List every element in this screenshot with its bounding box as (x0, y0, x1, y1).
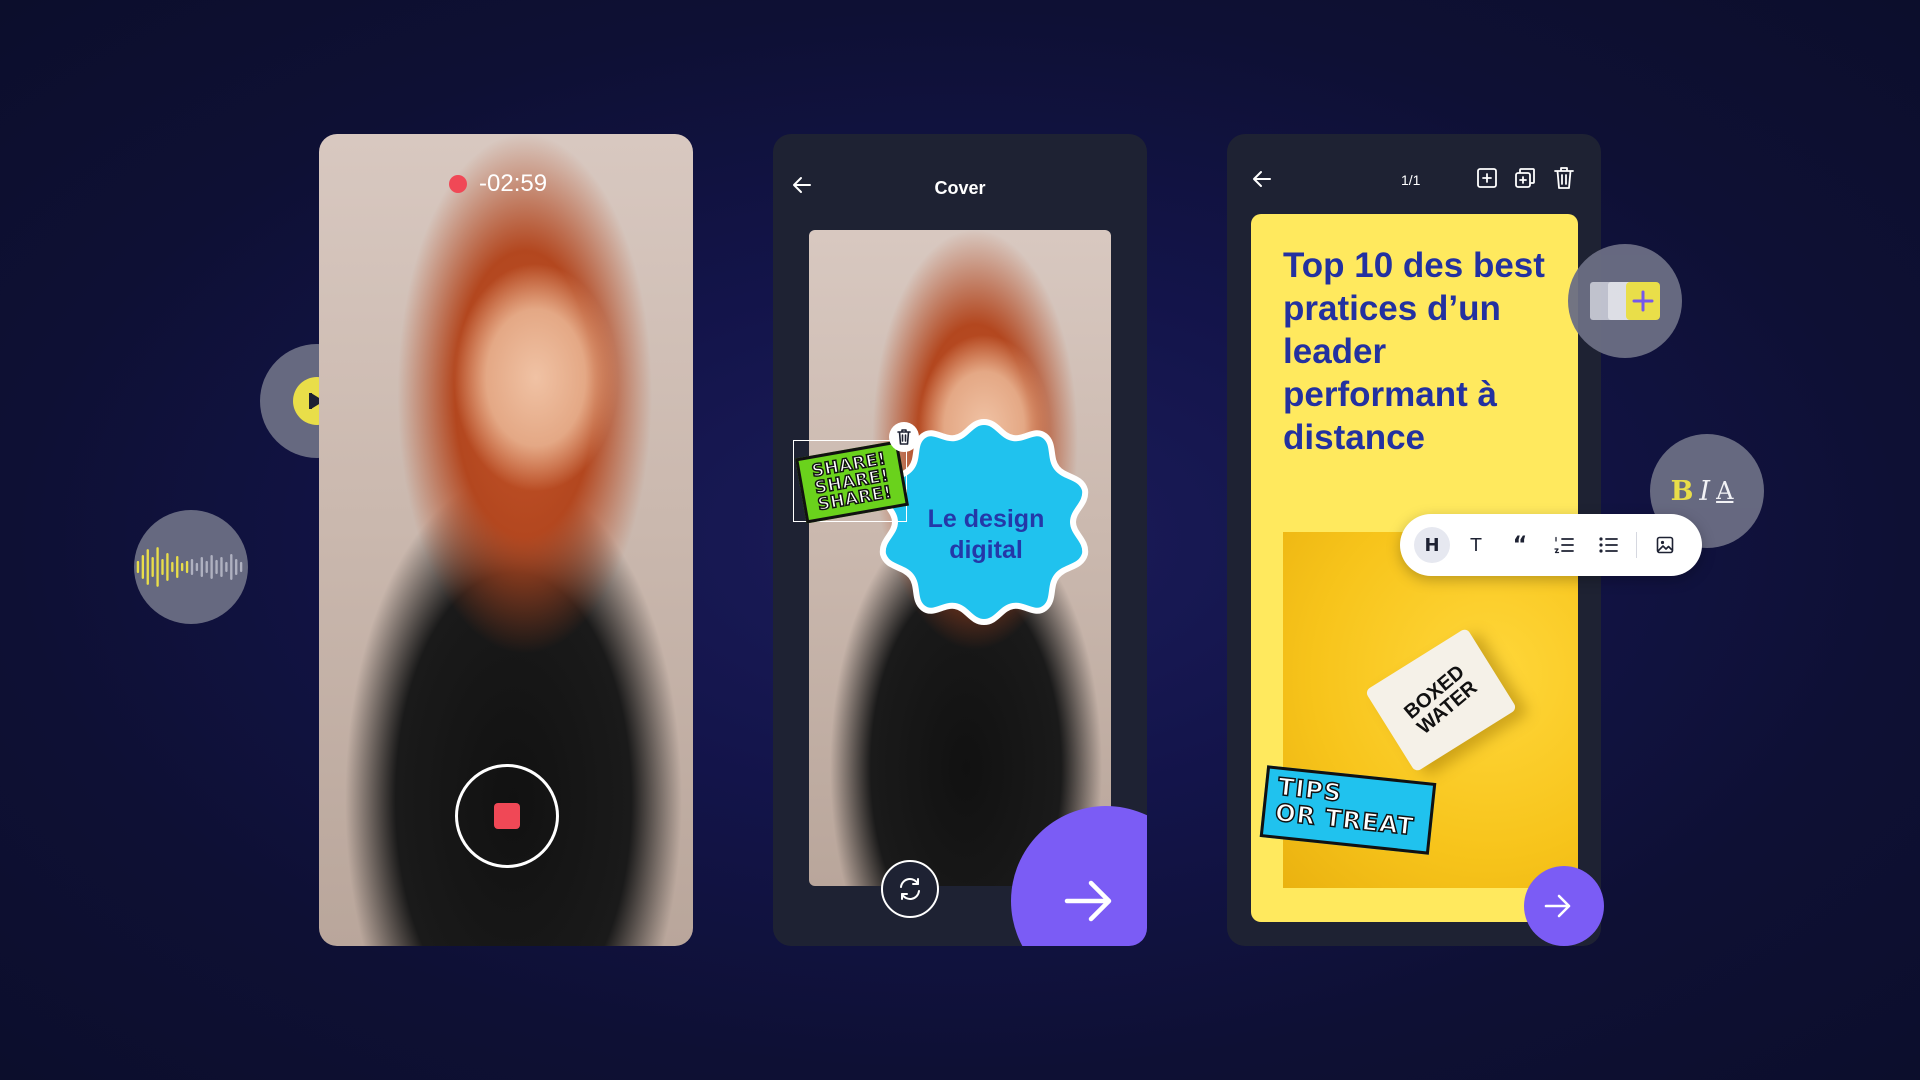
share-sticker[interactable]: SHARE! SHARE! SHARE! (795, 440, 909, 524)
page-title: Cover (934, 178, 986, 198)
bold-button[interactable]: B (1671, 476, 1694, 507)
italic-button[interactable]: I (1699, 476, 1710, 507)
carton-text: BOXED WATER (1400, 661, 1482, 739)
carton-image: BOXED WATER (1364, 627, 1518, 773)
trash-icon[interactable] (1553, 166, 1575, 190)
waveform-bubble[interactable] (134, 510, 248, 624)
arrow-right-icon (1544, 894, 1571, 918)
delete-sticker-button[interactable] (889, 422, 919, 452)
image-icon (1656, 536, 1674, 554)
quote-button[interactable]: “ (1502, 527, 1538, 563)
text-color-button[interactable]: A (1716, 477, 1733, 505)
slide-title[interactable]: Top 10 des best pratices d’un leader per… (1283, 244, 1573, 459)
toolbar-divider (1636, 532, 1637, 558)
bullet-list-icon (1599, 537, 1618, 553)
duplicate-page-icon[interactable] (1513, 166, 1537, 190)
next-button-small[interactable] (1524, 866, 1604, 946)
trash-icon (897, 429, 911, 445)
format-toolbar: H T “ (1400, 514, 1702, 576)
arrow-left-icon[interactable] (1251, 168, 1273, 190)
rotate-camera-icon (900, 878, 920, 900)
numbered-list-button[interactable] (1546, 527, 1582, 563)
audio-waveform-icon (136, 547, 243, 587)
stop-record-button[interactable] (455, 764, 559, 868)
share-sticker-selection[interactable]: SHARE! SHARE! SHARE! (793, 440, 909, 524)
arrow-right-icon (1064, 880, 1112, 922)
heading-button[interactable]: H (1414, 527, 1450, 563)
recorder-phone: -02:59 (319, 134, 693, 946)
stop-record-icon (494, 803, 520, 829)
add-page-icon[interactable] (1475, 166, 1499, 190)
text-button[interactable]: T (1458, 527, 1494, 563)
sticker-badge-text: Le design digital (901, 504, 1071, 566)
badge-line-2: digital (949, 536, 1023, 564)
rotate-camera-button[interactable] (881, 860, 939, 918)
insert-image-button[interactable] (1647, 527, 1683, 563)
recording-timer: -02:59 (449, 170, 547, 198)
add-layout-bubble[interactable] (1568, 244, 1682, 358)
timer-text: -02:59 (479, 170, 548, 197)
cover-editor-phone: Cover Le design digital SHARE! SHARE! SH… (773, 134, 1147, 946)
numbered-list-icon (1554, 536, 1574, 554)
page-counter: 1/1 (1401, 172, 1421, 188)
bullet-list-button[interactable] (1590, 527, 1626, 563)
add-layout-icon (1590, 282, 1660, 320)
recording-dot-icon (449, 175, 467, 193)
badge-line-1: Le design (927, 505, 1045, 533)
